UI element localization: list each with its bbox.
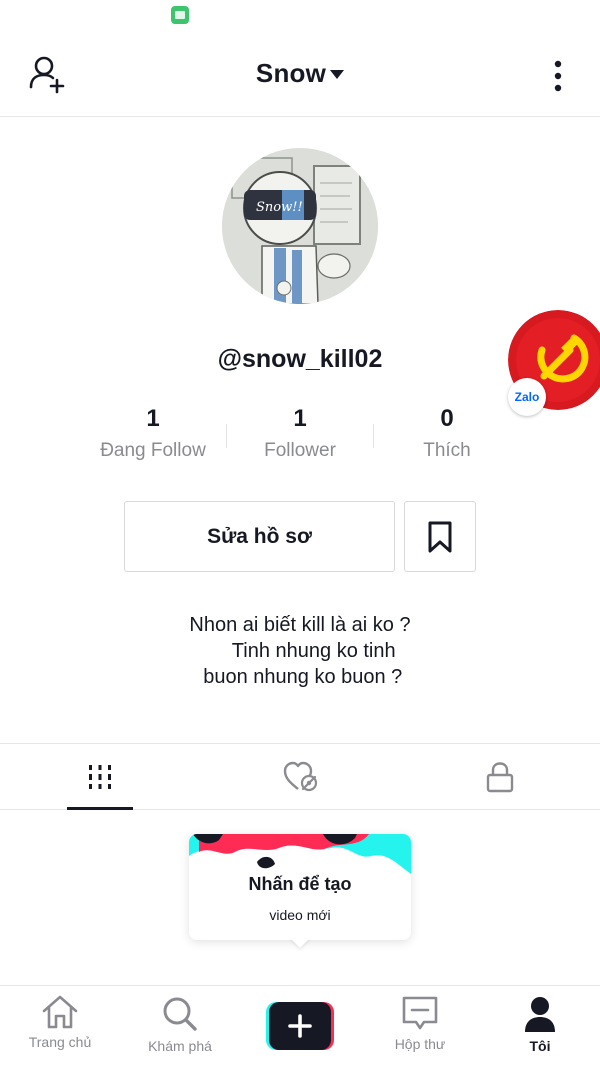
more-vertical-icon — [554, 60, 562, 92]
avatar[interactable]: Snow!! — [222, 148, 378, 304]
app-notification-icon — [171, 6, 189, 24]
chevron-down-icon — [330, 70, 345, 80]
profile-icon — [525, 997, 555, 1032]
create-button[interactable] — [266, 1002, 334, 1050]
nav-me[interactable]: Tôi — [480, 994, 600, 1064]
tab-videos[interactable] — [0, 744, 200, 810]
nav-home[interactable]: Trang chủ — [0, 994, 120, 1064]
more-options-button[interactable] — [540, 54, 576, 98]
follower-count: 1 — [293, 405, 307, 432]
nav-home-label: Trang chủ — [28, 1034, 92, 1050]
inbox-icon — [402, 996, 438, 1030]
favorites-button[interactable] — [404, 501, 476, 572]
following-stat[interactable]: 1 Đang Follow — [80, 404, 226, 462]
profile-bio: Nhon ai biết kill là ai ko ? Tinh nhung … — [189, 614, 411, 688]
avatar-label: Snow!! — [256, 200, 303, 215]
bottom-nav: Trang chủ Khám phá Hộp thư Tôi — [0, 985, 600, 1068]
account-switcher[interactable]: Snow — [0, 58, 600, 89]
grid-icon — [89, 764, 111, 789]
avatar-drawing: Snow!! — [222, 148, 378, 304]
tab-liked[interactable] — [200, 744, 400, 809]
profile-tabs — [0, 743, 600, 810]
status-bar — [0, 0, 600, 32]
create-card-subtitle: video mới — [269, 907, 331, 923]
nav-discover[interactable]: Khám phá — [120, 994, 240, 1064]
bookmark-icon — [428, 521, 452, 552]
nav-discover-label: Khám phá — [148, 1038, 212, 1054]
plus-icon — [266, 1002, 334, 1050]
likes-label: Thích — [423, 440, 471, 461]
likes-stat[interactable]: 0 Thích — [374, 404, 520, 462]
likes-count: 0 — [440, 405, 454, 432]
create-video-card[interactable]: Nhấn để tạo video mới — [189, 834, 411, 940]
top-bar: Snow — [0, 32, 600, 117]
nav-inbox[interactable]: Hộp thư — [360, 994, 480, 1064]
edit-profile-button[interactable]: Sửa hồ sơ — [124, 501, 395, 572]
following-label: Đang Follow — [100, 440, 206, 461]
create-card-title: Nhấn để tạo — [248, 874, 352, 894]
page-title: Snow — [255, 58, 327, 88]
follower-label: Follower — [264, 440, 336, 461]
nav-inbox-label: Hộp thư — [394, 1036, 446, 1052]
home-icon — [42, 995, 78, 1029]
username: @snow_kill02 — [217, 345, 383, 373]
active-tab-indicator — [67, 807, 133, 810]
tab-private[interactable] — [400, 744, 600, 809]
search-icon — [163, 997, 197, 1031]
follower-stat[interactable]: 1 Follower — [227, 404, 373, 462]
following-count: 1 — [146, 405, 160, 432]
card-pointer — [290, 938, 310, 948]
profile-stats: 1 Đang Follow 1 Follower 0 Thích — [80, 404, 520, 474]
lock-icon — [486, 761, 514, 792]
liked-hidden-icon — [283, 761, 318, 791]
nav-me-label: Tôi — [529, 1038, 551, 1054]
